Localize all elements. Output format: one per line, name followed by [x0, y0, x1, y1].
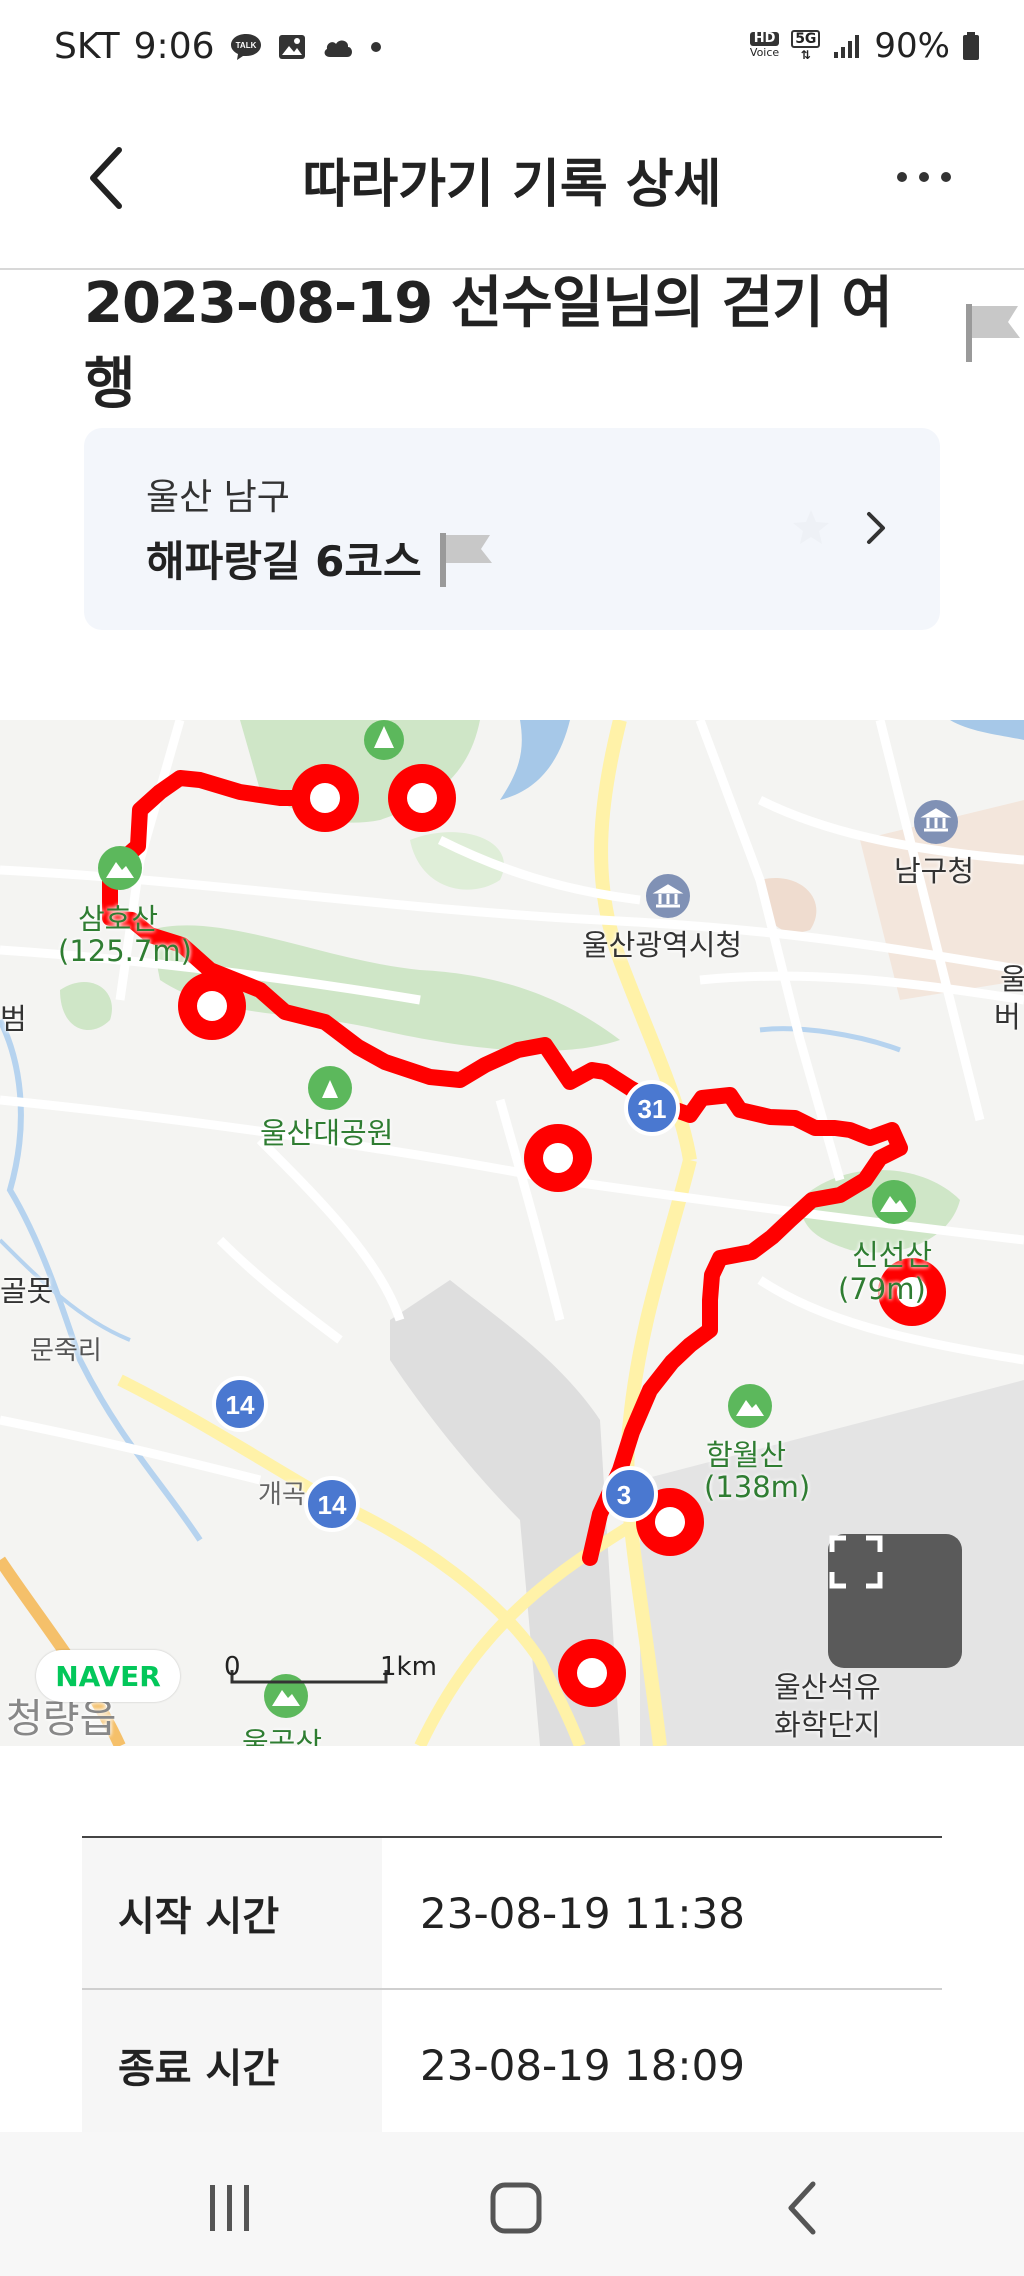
chevron-right-icon: [856, 500, 896, 556]
map-label-samho: 삼호산: [78, 902, 159, 936]
carrier-label: SKT: [54, 26, 120, 67]
status-right: HD Voice 5G ⇅ 90%: [749, 26, 980, 66]
fullscreen-button[interactable]: [828, 1534, 962, 1668]
map-label-park: 울산대공원: [260, 1116, 394, 1150]
kakaotalk-icon: TALK: [229, 32, 263, 62]
status-left: SKT 9:06 TALK: [54, 26, 383, 67]
road-label-14b: 14: [318, 1490, 347, 1520]
gallery-icon: [277, 33, 307, 61]
map-label-sinseon-height: (79m): [838, 1272, 926, 1306]
map-label-ulgo: 울곡산: [242, 1726, 323, 1746]
hd-badge-bottom: Voice: [749, 46, 780, 59]
recent-apps-button[interactable]: [170, 2168, 290, 2248]
page-title: 따라가기 기록 상세: [302, 155, 722, 215]
scale-zero-label: 0: [224, 1652, 241, 1682]
start-time-value: 23-08-19 11:38: [420, 1888, 746, 1938]
map-label-edge-ul: 울: [1000, 962, 1024, 996]
scale-bar: [230, 1670, 388, 1684]
recent-apps-icon: [210, 2185, 249, 2231]
course-name-text: 해파랑길 6코스: [146, 537, 422, 586]
favorite-star-icon[interactable]: [792, 508, 830, 550]
road-label-3: 3: [617, 1480, 631, 1510]
end-time-value: 23-08-19 18:09: [420, 2040, 746, 2090]
home-button[interactable]: [456, 2168, 576, 2248]
app-header: 따라가기 기록 상세: [0, 92, 1024, 270]
back-arrow-icon: [788, 2181, 816, 2235]
trip-title-text: 2023-08-19 선수일님의 걷기 여행: [84, 271, 893, 417]
hd-voice-icon: HD Voice: [749, 32, 780, 60]
start-time-label: 시작 시간: [82, 1838, 382, 1988]
end-time-label: 종료 시간: [82, 1990, 382, 2140]
fullscreen-icon: [829, 1535, 883, 1589]
more-options-button[interactable]: [884, 142, 964, 212]
hd-badge-top: HD: [749, 32, 780, 46]
course-region: 울산 남구: [146, 477, 290, 518]
battery-icon: [962, 31, 980, 61]
map-label-petro2: 화학단지: [774, 1708, 881, 1742]
system-back-button[interactable]: [742, 2168, 862, 2248]
course-name: 해파랑길 6코스: [146, 528, 496, 589]
map-label-hamwol: 함월산: [706, 1438, 787, 1472]
course-card[interactable]: 울산 남구 해파랑길 6코스: [84, 428, 940, 630]
status-bar: SKT 9:06 TALK HD Voice 5G ⇅ 90%: [0, 0, 1024, 92]
map-label-edge-beo: 버: [994, 1000, 1021, 1034]
map-label-munjuk: 문죽리: [30, 1336, 102, 1366]
network-5g-icon: 5G ⇅: [791, 30, 821, 62]
network-label: 5G: [791, 30, 821, 48]
flag-icon: [962, 300, 1024, 378]
clock: 9:06: [133, 26, 215, 67]
map-label-sinseon: 신선산: [852, 1238, 933, 1272]
signal-icon: [832, 32, 862, 60]
scale-km-label: 1km: [380, 1652, 437, 1682]
home-icon: [490, 2182, 542, 2234]
cloud-icon: [321, 35, 355, 59]
time-row-start: 시작 시간 23-08-19 11:38: [82, 1838, 942, 1990]
flag-icon: [439, 532, 492, 587]
map-label-edge-beom: 범: [0, 1002, 27, 1036]
trip-title: 2023-08-19 선수일님의 걷기 여행: [84, 258, 1024, 420]
battery-percent: 90%: [874, 26, 950, 66]
notification-dot-icon: [369, 40, 383, 54]
road-label-14a: 14: [226, 1390, 255, 1420]
map-label-namgu: 남구청: [894, 854, 975, 888]
road-label-31: 31: [638, 1094, 667, 1124]
map-label-gaegok: 개곡: [258, 1480, 306, 1510]
naver-logo: NAVER: [36, 1650, 180, 1702]
talk-badge-text: TALK: [235, 41, 256, 50]
map-label-samho-height: (125.7m): [58, 934, 192, 968]
map-label-golmot: 골못: [0, 1274, 54, 1308]
route-map[interactable]: 31 14 14 3 삼호산 (125.7m) 울산대공원 울산광역시청 남구청…: [0, 720, 1024, 1746]
map-label-petro1: 울산석유: [774, 1670, 881, 1704]
map-label-hamwol-height: (138m): [704, 1470, 811, 1504]
system-nav-bar: [0, 2132, 1024, 2276]
time-row-end: 종료 시간 23-08-19 18:09: [82, 1990, 942, 2142]
time-table: 시작 시간 23-08-19 11:38 종료 시간 23-08-19 18:0…: [82, 1836, 942, 2142]
map-label-cityhall: 울산광역시청: [582, 928, 743, 962]
more-horizontal-icon: [897, 172, 951, 182]
